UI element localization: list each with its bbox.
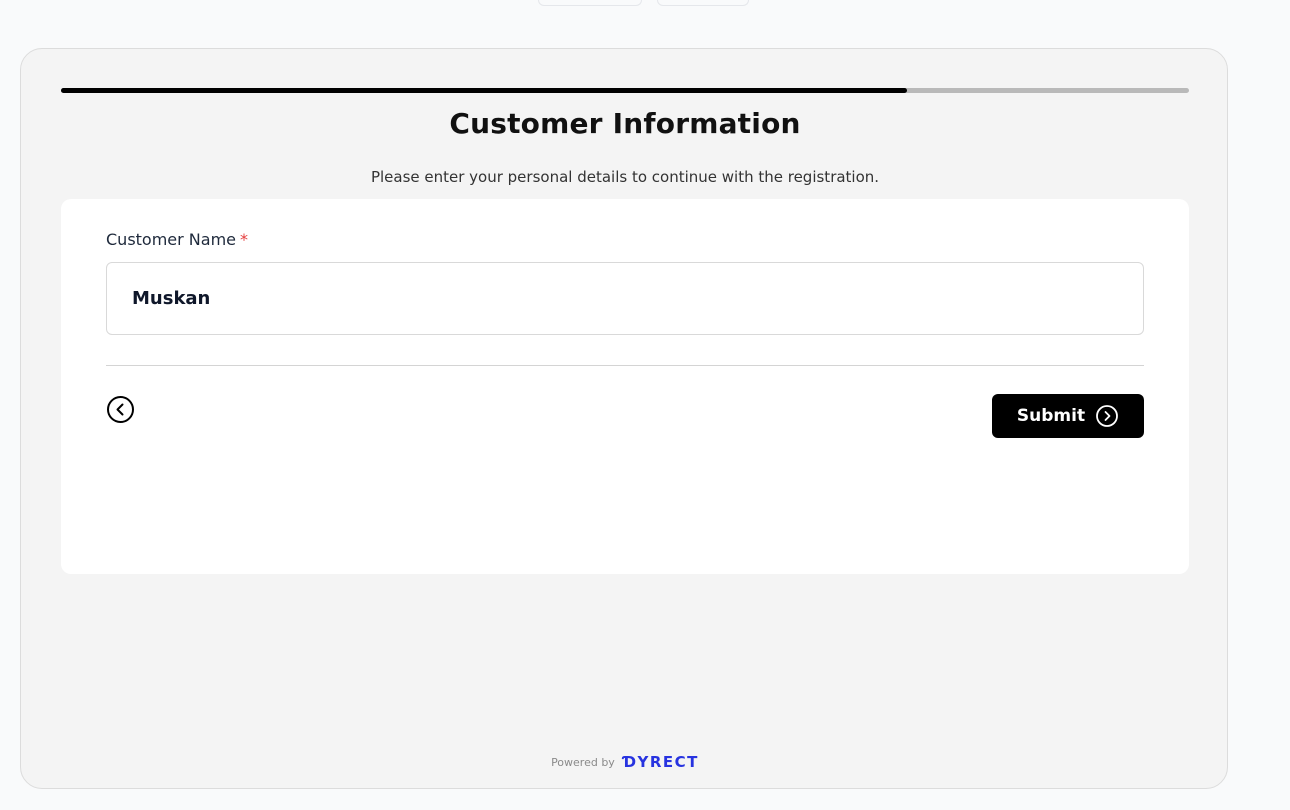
powered-by-text: Powered by <box>551 755 615 769</box>
footer: Powered by ƊYRECT <box>21 753 1229 771</box>
chevron-right-circle-icon <box>1096 405 1118 427</box>
customer-name-input[interactable] <box>106 262 1144 335</box>
required-marker: * <box>240 230 249 249</box>
submit-label: Submit <box>1016 406 1086 426</box>
progress-bar <box>61 88 1189 93</box>
page-title: Customer Information <box>449 107 801 140</box>
form-panel: Customer Name* Submit <box>61 199 1189 574</box>
brand-logo[interactable]: ƊYRECT <box>623 753 699 771</box>
form-card: Customer Information Please enter your p… <box>20 48 1228 789</box>
back-button[interactable] <box>106 395 135 424</box>
top-tab[interactable] <box>538 0 642 6</box>
top-tab[interactable] <box>657 0 749 6</box>
progress-fill <box>61 88 907 93</box>
customer-name-label-text: Customer Name <box>106 230 237 249</box>
chevron-left-circle-icon <box>107 396 134 423</box>
submit-button[interactable]: Submit <box>992 394 1144 438</box>
divider <box>106 365 1144 366</box>
page-subtitle: Please enter your personal details to co… <box>370 168 880 186</box>
top-tabs <box>0 0 1290 6</box>
customer-name-label: Customer Name * <box>106 230 248 249</box>
